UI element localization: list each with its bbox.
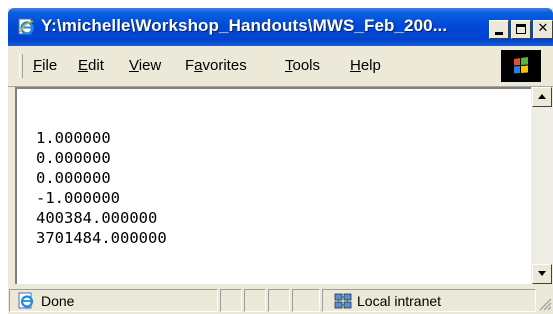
resize-grip-icon[interactable]	[538, 297, 552, 311]
browser-window: Y:\michelle\Workshop_Handouts\MWS_Feb_20…	[8, 8, 553, 314]
menu-bar: File Edit View Favorites Tools Help	[8, 46, 553, 87]
status-panel	[244, 289, 266, 312]
text-line: 1.000000	[36, 129, 111, 147]
menu-file[interactable]: File	[33, 57, 57, 74]
menu-favorites[interactable]: Favorites	[185, 57, 247, 74]
text-line: -1.000000	[36, 189, 120, 207]
menu-edit[interactable]: Edit	[78, 57, 104, 74]
document-view[interactable]: 1.000000 0.000000 0.000000 -1.000000 400…	[15, 87, 531, 284]
ie-page-icon	[18, 292, 34, 309]
minimize-button[interactable]	[489, 20, 509, 39]
menu-view[interactable]: View	[129, 57, 161, 74]
menu-help[interactable]: Help	[350, 57, 381, 74]
text-line: 0.000000	[36, 169, 111, 187]
close-icon: ✕	[537, 21, 549, 36]
toolbar-grip[interactable]	[19, 54, 23, 78]
text-line: 400384.000000	[36, 209, 158, 227]
status-panel	[220, 289, 242, 312]
minimize-icon	[495, 32, 503, 35]
menu-tools[interactable]: Tools	[285, 57, 320, 74]
scroll-up-button[interactable]	[532, 87, 552, 107]
text-content: 1.000000 0.000000 0.000000 -1.000000 400…	[36, 128, 167, 248]
status-bar: Done Local intranet	[8, 287, 553, 314]
security-zone-text: Local intranet	[357, 293, 442, 309]
maximize-button[interactable]	[511, 20, 531, 39]
close-button[interactable]: ✕	[533, 20, 553, 39]
text-line: 3701484.000000	[36, 229, 167, 247]
maximize-icon	[516, 24, 526, 34]
title-bar[interactable]: Y:\michelle\Workshop_Handouts\MWS_Feb_20…	[8, 8, 553, 46]
ie-page-icon	[18, 18, 34, 35]
windows-flag-icon	[514, 57, 528, 74]
local-intranet-icon	[334, 293, 352, 309]
status-panel	[268, 289, 290, 312]
text-line: 0.000000	[36, 149, 111, 167]
window-title: Y:\michelle\Workshop_Handouts\MWS_Feb_20…	[41, 16, 448, 35]
arrow-up-icon	[538, 94, 546, 99]
windows-logo	[501, 50, 541, 82]
scroll-down-button[interactable]	[532, 264, 552, 284]
arrow-down-icon	[538, 271, 546, 276]
status-text: Done	[41, 293, 75, 309]
status-panel	[292, 289, 320, 312]
vertical-scrollbar[interactable]	[531, 87, 553, 284]
